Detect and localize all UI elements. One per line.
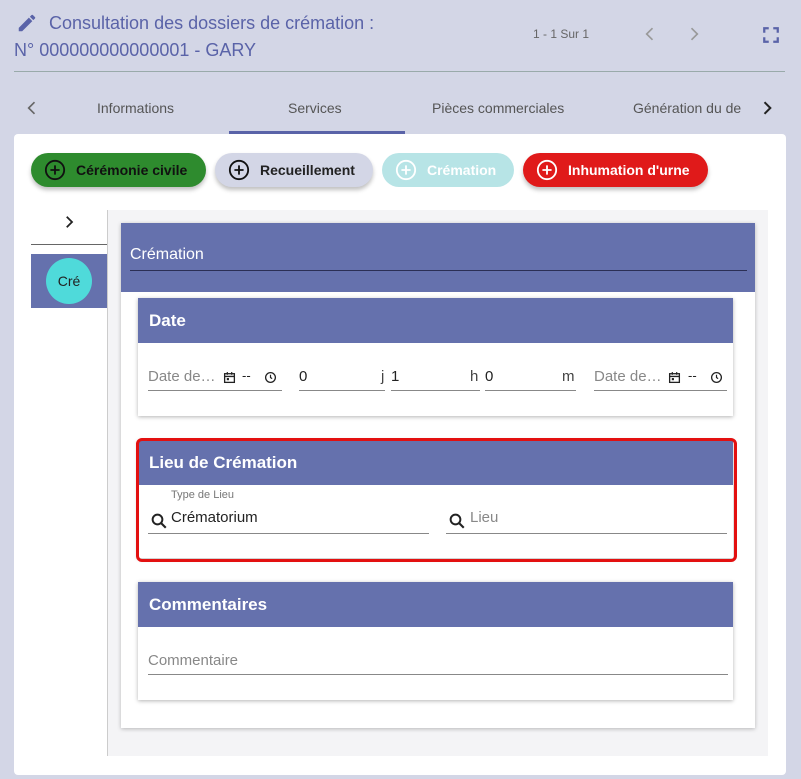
comment-input[interactable]: Commentaire: [148, 652, 238, 669]
clock-icon[interactable]: [264, 371, 277, 384]
chip-label: Inhumation d'urne: [568, 162, 690, 178]
tab-generation[interactable]: Génération du de: [633, 100, 741, 116]
add-circle-icon: [228, 159, 250, 181]
page-title: Consultation des dossiers de crémation :: [49, 13, 375, 33]
field-underline: [594, 390, 727, 391]
tab-bar: Informations Services Pièces commerciale…: [0, 84, 801, 134]
start-date-input[interactable]: Date de…: [148, 368, 216, 385]
next-record-icon[interactable]: [684, 24, 704, 44]
minutes-suffix: m: [562, 368, 575, 385]
chip-label: Crémation: [427, 162, 497, 178]
sidebar-divider: [31, 244, 107, 245]
tab-informations[interactable]: Informations: [97, 100, 174, 116]
end-time-input[interactable]: --: [688, 368, 697, 383]
calendar-icon[interactable]: [668, 371, 681, 384]
chip-label: Cérémonie civile: [76, 162, 188, 178]
avatar[interactable]: Cré: [46, 258, 92, 304]
card-title: Crémation: [130, 246, 204, 263]
chip-label: Recueillement: [260, 162, 355, 178]
add-circle-icon: [536, 159, 558, 181]
minutes-input[interactable]: 0: [485, 368, 493, 385]
section-header: Commentaires: [138, 582, 733, 627]
card-header: [121, 223, 755, 292]
expand-sidebar-icon[interactable]: [60, 213, 78, 231]
header-divider: [14, 71, 785, 72]
section-title: Date: [149, 311, 186, 330]
fullscreen-icon[interactable]: [762, 26, 780, 44]
field-underline: [485, 390, 576, 391]
highlight-box: [136, 438, 737, 562]
start-time-input[interactable]: --: [242, 368, 251, 383]
tab-pieces-commerciales[interactable]: Pièces commerciales: [432, 100, 564, 116]
add-circle-icon: [395, 159, 417, 181]
days-suffix: j: [381, 368, 385, 385]
pager-status: 1 - 1 Sur 1: [533, 27, 590, 41]
add-recueillement-button[interactable]: Recueillement: [215, 153, 373, 187]
field-underline: [148, 674, 728, 675]
days-input[interactable]: 0: [299, 368, 307, 385]
tab-scroll-right-icon[interactable]: [757, 98, 777, 118]
commentaires-section: Commentaires Commentaire: [138, 582, 733, 700]
field-underline: [299, 390, 385, 391]
field-underline: [391, 390, 480, 391]
field-underline: [148, 390, 282, 391]
page-header: Consultation des dossiers de crémation :…: [0, 0, 801, 72]
clock-icon[interactable]: [710, 371, 723, 384]
add-cremation-button[interactable]: Crémation: [382, 153, 514, 187]
date-section: Date Date de… -- 0 j 1 h 0 m Date de… --: [138, 298, 733, 416]
add-inhumation-urne-button[interactable]: Inhumation d'urne: [523, 153, 708, 187]
pencil-icon: [18, 14, 36, 32]
tab-scroll-left-icon[interactable]: [22, 98, 42, 118]
calendar-icon[interactable]: [223, 371, 236, 384]
hours-suffix: h: [470, 368, 479, 385]
add-circle-icon: [44, 159, 66, 181]
previous-record-icon[interactable]: [640, 24, 660, 44]
record-subtitle: N° 000000000000001 - GARY: [14, 40, 257, 60]
section-title: Commentaires: [149, 595, 268, 614]
card-title-divider: [130, 270, 747, 271]
tab-overflow-mask: [745, 84, 757, 134]
section-header: Date: [138, 298, 733, 343]
end-date-input[interactable]: Date de…: [594, 368, 662, 385]
add-ceremonie-civile-button[interactable]: Cérémonie civile: [31, 153, 206, 187]
hours-input[interactable]: 1: [391, 368, 399, 385]
tab-services[interactable]: Services: [288, 100, 342, 116]
